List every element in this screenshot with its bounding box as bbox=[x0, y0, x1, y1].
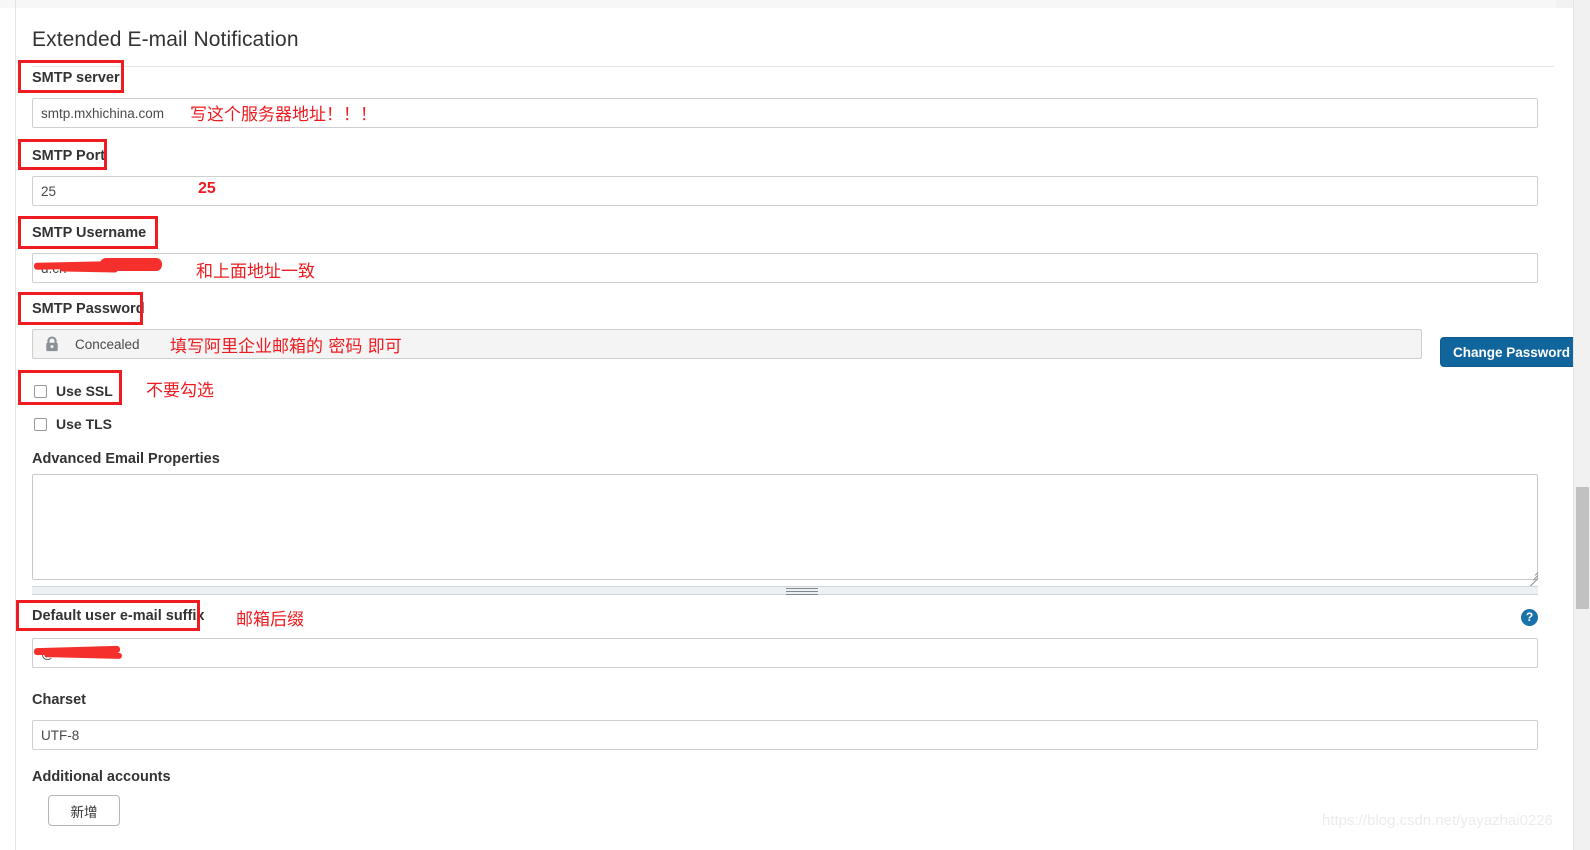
label-advanced-email-properties: Advanced Email Properties bbox=[32, 451, 220, 467]
label-smtp-server: SMTP server bbox=[32, 70, 120, 86]
window-top-strip bbox=[0, 0, 1590, 8]
page-title: Extended E-mail Notification bbox=[32, 28, 299, 51]
input-default-user-email-suffix[interactable] bbox=[32, 638, 1538, 668]
password-concealed-box: Concealed bbox=[32, 329, 1422, 359]
label-charset: Charset bbox=[32, 692, 86, 708]
page-scrollbar[interactable] bbox=[1573, 0, 1590, 850]
label-additional-accounts: Additional accounts bbox=[32, 769, 171, 785]
checkbox-row-use-ssl[interactable]: Use SSL bbox=[34, 383, 113, 399]
textarea-advanced-email-properties[interactable] bbox=[32, 474, 1538, 580]
email-notification-panel: Extended E-mail Notification SMTP server… bbox=[16, 8, 1584, 850]
add-account-button[interactable]: 新增 bbox=[48, 795, 120, 826]
label-smtp-password: SMTP Password bbox=[32, 301, 145, 317]
checkbox-row-use-tls[interactable]: Use TLS bbox=[34, 416, 112, 432]
checkbox-use-tls[interactable] bbox=[34, 417, 47, 431]
label-default-user-email-suffix: Default user e-mail suffix bbox=[32, 608, 205, 624]
horizontal-scrollbar-grip[interactable] bbox=[786, 588, 818, 595]
page-scrollbar-thumb[interactable] bbox=[1576, 487, 1589, 609]
password-concealed-text: Concealed bbox=[75, 336, 140, 352]
label-use-tls: Use TLS bbox=[56, 416, 113, 432]
horizontal-scrollbar[interactable] bbox=[32, 586, 1538, 595]
input-smtp-port[interactable] bbox=[32, 176, 1538, 206]
help-icon[interactable]: ? bbox=[1521, 609, 1538, 626]
lock-icon bbox=[43, 335, 61, 353]
label-smtp-port: SMTP Port bbox=[32, 148, 106, 164]
change-password-button[interactable]: Change Password bbox=[1440, 337, 1584, 367]
input-smtp-server[interactable] bbox=[32, 98, 1538, 128]
label-smtp-username: SMTP Username bbox=[32, 225, 147, 241]
page-root: Extended E-mail Notification SMTP server… bbox=[0, 0, 1590, 850]
label-use-ssl: Use SSL bbox=[56, 383, 113, 399]
input-charset[interactable] bbox=[32, 720, 1538, 750]
input-smtp-username[interactable] bbox=[32, 253, 1538, 283]
title-divider bbox=[32, 66, 1554, 67]
checkbox-use-ssl[interactable] bbox=[34, 384, 47, 398]
